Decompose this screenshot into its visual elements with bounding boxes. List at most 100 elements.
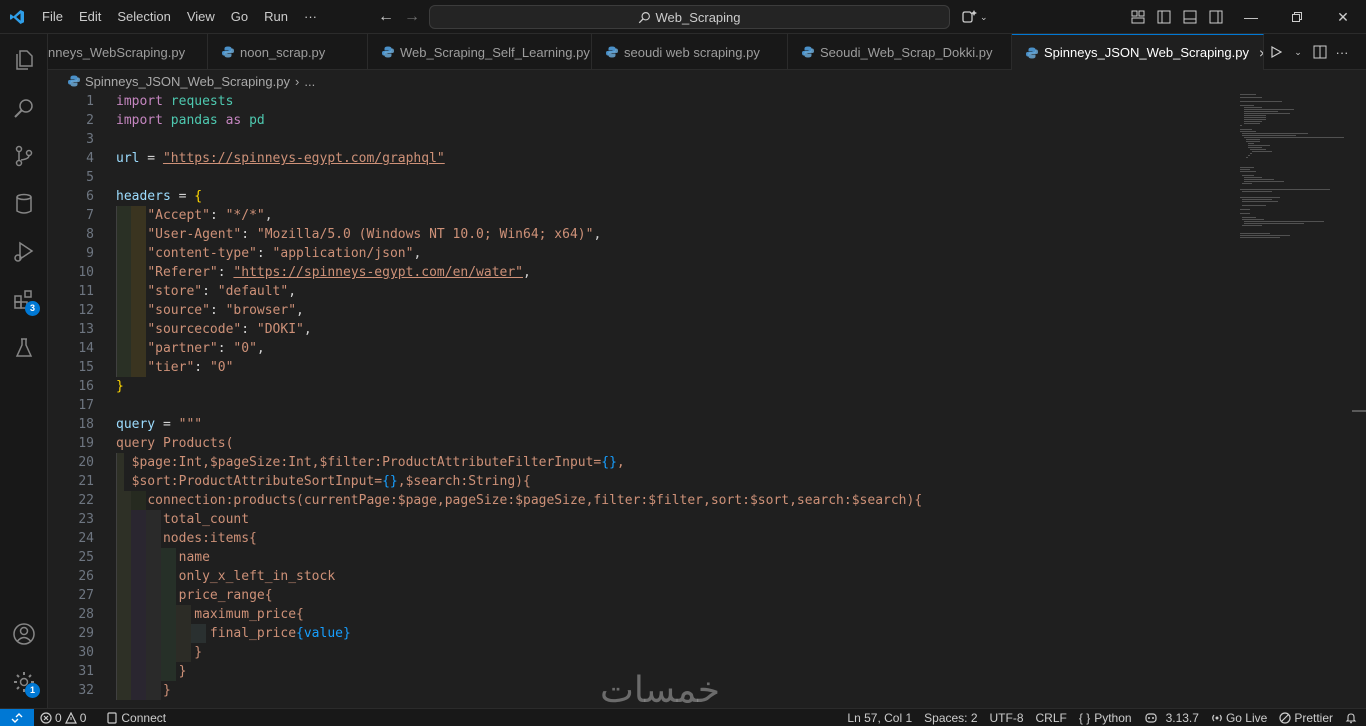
connect-button[interactable]: Connect: [100, 709, 172, 726]
manage-gear-icon[interactable]: 1: [0, 658, 48, 706]
menu-run[interactable]: Run: [256, 0, 296, 34]
code-line-1: import requests: [116, 94, 234, 109]
line-number: 31: [78, 664, 94, 679]
settings-badge: 1: [25, 683, 40, 698]
tab-seoudi-web-scrap-dokki[interactable]: Seoudi_Web_Scrap_Dokki.py: [788, 34, 1012, 70]
go-live-button[interactable]: Go Live: [1205, 709, 1273, 726]
line-number: 22: [78, 493, 94, 508]
forward-arrow-icon[interactable]: →: [399, 8, 425, 26]
tab-web-scraping-self-learning[interactable]: Web_Scraping_Self_Learning.py: [368, 34, 592, 70]
layout-controls: [1125, 0, 1229, 34]
code-line-24: nodes:items{: [116, 529, 1266, 548]
encoding[interactable]: UTF-8: [984, 709, 1030, 726]
code-line-23: total_count: [116, 510, 1266, 529]
problems-indicator[interactable]: 0 0: [34, 709, 92, 726]
back-arrow-icon[interactable]: ←: [373, 8, 399, 26]
menu-edit[interactable]: Edit: [71, 0, 109, 34]
code-line-15: "tier": "0": [116, 358, 1266, 377]
close-window-button[interactable]: ✕: [1320, 0, 1366, 34]
code-line-9: "content-type": "application/json",: [116, 244, 1266, 263]
code-lines[interactable]: import requests import pandas as pd url …: [116, 92, 1266, 700]
run-file-icon[interactable]: [1265, 46, 1287, 58]
line-number: 27: [78, 588, 94, 603]
python-version: 3.13.7: [1165, 711, 1199, 725]
cursor-position[interactable]: Ln 57, Col 1: [841, 709, 918, 726]
breadcrumb-file[interactable]: Spinneys_JSON_Web_Scraping.py: [85, 74, 290, 89]
line-number: 9: [86, 246, 94, 261]
window-controls: — ✕: [1228, 0, 1366, 34]
code-line-14: "partner": "0",: [116, 339, 1266, 358]
chevron-down-icon[interactable]: ⌄: [980, 12, 988, 23]
tab-spinneys-json-web-scraping[interactable]: Spinneys_JSON_Web_Scraping.py ×: [1012, 34, 1264, 70]
menu-selection[interactable]: Selection: [109, 0, 178, 34]
code-line-8: "User-Agent": "Mozilla/5.0 (Windows NT 1…: [116, 225, 1266, 244]
database-icon[interactable]: [0, 180, 48, 228]
run-options-chevron-icon[interactable]: ⌄: [1287, 47, 1309, 58]
title-bar: File Edit Selection View Go Run ··· ← → …: [0, 0, 1366, 34]
split-editor-icon[interactable]: [1309, 45, 1331, 59]
line-number: 19: [78, 436, 94, 451]
customize-layout-icon[interactable]: [1125, 10, 1151, 24]
testing-flask-icon[interactable]: [0, 324, 48, 372]
code-line-28: maximum_price{: [116, 605, 1266, 624]
code-line-25: name: [116, 548, 1266, 567]
tab-label: Spinneys_JSON_Web_Scraping.py: [1044, 45, 1249, 60]
breadcrumb-chevron-icon: ›: [295, 73, 300, 89]
end-of-line[interactable]: CRLF: [1030, 709, 1073, 726]
prettier-status[interactable]: Prettier: [1273, 709, 1339, 726]
menu-view[interactable]: View: [179, 0, 223, 34]
minimap[interactable]: [1238, 92, 1348, 252]
search-activity-icon[interactable]: [0, 84, 48, 132]
restore-button[interactable]: [1274, 0, 1320, 34]
extensions-icon[interactable]: 3: [0, 276, 48, 324]
python-file-icon: [606, 46, 618, 58]
tab-noon-scrap[interactable]: noon_scrap.py: [208, 34, 368, 70]
line-number: 3: [86, 132, 94, 147]
python-file-icon: [222, 46, 234, 58]
line-number: 13: [78, 322, 94, 337]
run-debug-icon[interactable]: [0, 228, 48, 276]
line-number: 15: [78, 360, 94, 375]
menu-more[interactable]: ···: [296, 0, 325, 34]
menu-bar: File Edit Selection View Go Run ···: [34, 0, 325, 34]
code-editor[interactable]: 1 2 3 4 5 6 7 8 9 10 11 12 13 14 15 16 17 18 19 20 21 22 23 24 2…: [48, 92, 1366, 708]
error-icon: [40, 711, 52, 724]
toggle-secondary-sidebar-icon[interactable]: [1203, 10, 1229, 24]
code-line-7: "Accept": "*/*",: [116, 206, 1266, 225]
python-interpreter[interactable]: 3.13.7: [1138, 709, 1205, 726]
account-icon[interactable]: [0, 610, 48, 658]
source-control-icon[interactable]: [0, 132, 48, 180]
explorer-icon[interactable]: [0, 36, 48, 84]
breadcrumb-more[interactable]: ...: [304, 74, 315, 89]
line-number: 25: [78, 550, 94, 565]
menu-go[interactable]: Go: [223, 0, 256, 34]
copilot-controls: ⌄: [960, 0, 988, 34]
code-line-18: query = """: [116, 417, 203, 432]
breadcrumb: Spinneys_JSON_Web_Scraping.py › ...: [48, 70, 1366, 92]
extensions-badge: 3: [25, 301, 40, 316]
minimize-button[interactable]: —: [1228, 0, 1274, 34]
more-actions-icon[interactable]: ···: [1331, 45, 1353, 60]
tab-spinneys-webscraping[interactable]: nneys_WebScraping.py: [48, 34, 208, 70]
notifications-bell-icon[interactable]: [1339, 709, 1366, 726]
python-file-icon: [382, 46, 394, 58]
code-line-20: $page:Int,$pageSize:Int,$filter:ProductA…: [116, 453, 1266, 472]
remote-icon: [11, 712, 23, 723]
remote-indicator[interactable]: [0, 708, 34, 726]
menu-file[interactable]: File: [34, 0, 71, 34]
language-mode[interactable]: { } Python: [1073, 709, 1138, 726]
line-number: 8: [86, 227, 94, 242]
code-line-13: "sourcecode": "DOKI",: [116, 320, 1266, 339]
tab-label: seoudi web scraping.py: [624, 44, 760, 60]
vertical-scrollbar-indicator[interactable]: [1352, 410, 1366, 412]
toggle-primary-sidebar-icon[interactable]: [1151, 10, 1177, 24]
indentation[interactable]: Spaces: 2: [918, 709, 983, 726]
line-number: 6: [86, 189, 94, 204]
command-center-search[interactable]: Web_Scraping: [429, 5, 950, 29]
close-tab-icon[interactable]: ×: [1259, 45, 1263, 61]
toggle-panel-icon[interactable]: [1177, 10, 1203, 24]
tab-seoudi-web-scraping[interactable]: seoudi web scraping.py: [592, 34, 788, 70]
code-line-21: $sort:ProductAttributeSortInput={},$sear…: [116, 472, 1266, 491]
copilot-icon[interactable]: ⌄: [960, 9, 988, 25]
